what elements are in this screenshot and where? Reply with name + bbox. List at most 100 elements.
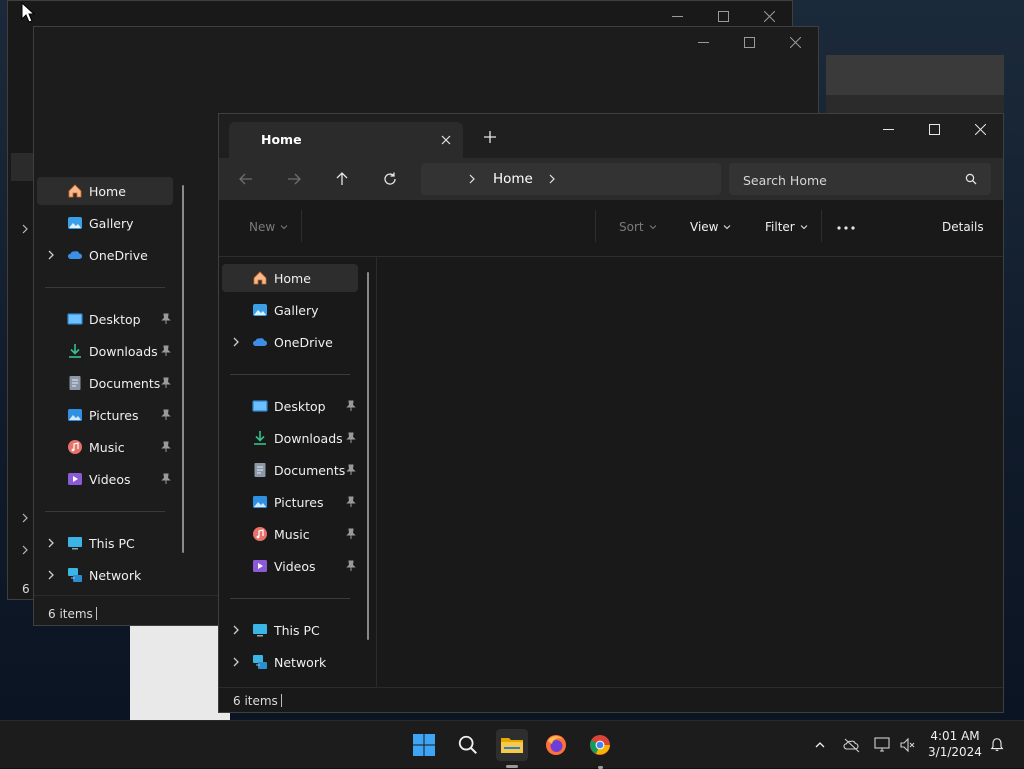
- search-icon[interactable]: [965, 173, 977, 185]
- sidebar-item-gallery[interactable]: Gallery: [222, 296, 358, 324]
- up-button[interactable]: [331, 168, 353, 190]
- pin-icon[interactable]: [346, 496, 356, 508]
- pin-icon[interactable]: [346, 464, 356, 476]
- arrow-left-icon: [239, 173, 252, 185]
- sidebar-item-onedrive[interactable]: OneDrive: [222, 328, 358, 356]
- sidebar-item-onedrive[interactable]: OneDrive: [37, 241, 173, 269]
- sidebar-item-network[interactable]: Network: [222, 648, 358, 676]
- close-button[interactable]: [772, 27, 818, 57]
- sidebar-item-home[interactable]: Home: [37, 177, 173, 205]
- new-button[interactable]: New: [249, 220, 288, 234]
- sidebar-item-network[interactable]: Network: [37, 561, 173, 589]
- maximize-button[interactable]: [911, 114, 957, 144]
- chevron-right-icon[interactable]: [45, 569, 57, 581]
- new-tab-icon[interactable]: [481, 128, 499, 146]
- sidebar-item-this-pc[interactable]: This PC: [222, 616, 358, 644]
- sidebar-scrollbar[interactable]: [367, 272, 369, 640]
- chevron-right-icon[interactable]: [467, 174, 477, 184]
- gallery-icon: [67, 215, 83, 231]
- network-icon: [67, 567, 83, 583]
- chevron-right-icon[interactable]: [230, 656, 242, 668]
- pin-icon[interactable]: [161, 409, 171, 421]
- sidebar-item-downloads[interactable]: Downloads: [37, 337, 173, 365]
- command-bar: New Sort View Filter Details: [219, 200, 1003, 257]
- pin-icon[interactable]: [346, 400, 356, 412]
- firefox-icon: [546, 735, 566, 755]
- status-item-count: 6 items: [233, 694, 278, 708]
- clock-time: 4:01 AM: [930, 729, 980, 743]
- sidebar-item-home[interactable]: Home: [222, 264, 358, 292]
- filter-button[interactable]: Filter: [765, 220, 808, 234]
- pin-icon[interactable]: [346, 528, 356, 540]
- clock[interactable]: 4:01 AM 3/1/2024: [920, 728, 990, 760]
- start-button[interactable]: [408, 729, 440, 761]
- close-tab-icon[interactable]: [439, 133, 453, 147]
- music-icon: [252, 526, 268, 542]
- pin-icon[interactable]: [161, 345, 171, 357]
- sidebar-item-documents[interactable]: Documents: [37, 369, 173, 397]
- volume-tray[interactable]: [899, 736, 917, 754]
- pin-icon[interactable]: [346, 432, 356, 444]
- network-tray[interactable]: [874, 736, 892, 754]
- file-explorer-icon: [501, 738, 523, 753]
- chevron-right-icon[interactable]: [230, 336, 242, 348]
- back-button[interactable]: [235, 168, 257, 190]
- documents-icon: [67, 375, 83, 391]
- onedrive-tray[interactable]: [843, 736, 861, 754]
- chevron-right-icon[interactable]: [45, 537, 57, 549]
- tab-home[interactable]: Home: [229, 122, 463, 160]
- pin-icon[interactable]: [161, 473, 171, 485]
- minimize-button[interactable]: [865, 114, 911, 144]
- network-icon: [252, 654, 268, 670]
- address-bar[interactable]: Home: [421, 163, 721, 195]
- sidebar-item-pictures[interactable]: Pictures: [222, 488, 358, 516]
- close-button[interactable]: [957, 114, 1003, 144]
- sort-button[interactable]: Sort: [619, 220, 657, 234]
- show-hidden-icons[interactable]: [811, 736, 829, 754]
- details-button[interactable]: Details: [942, 220, 984, 234]
- notifications-button[interactable]: [988, 736, 1006, 754]
- breadcrumb-home[interactable]: Home: [493, 171, 533, 187]
- chevron-right-icon[interactable]: [230, 624, 242, 636]
- chevron-up-icon: [815, 742, 825, 748]
- sidebar-item-documents[interactable]: Documents: [222, 456, 358, 484]
- sidebar-item-videos[interactable]: Videos: [37, 465, 173, 493]
- chevron-right-icon[interactable]: [547, 174, 557, 184]
- sidebar-item-downloads[interactable]: Downloads: [222, 424, 358, 452]
- arrow-up-icon: [336, 172, 348, 185]
- chevron-right-icon[interactable]: [45, 249, 57, 261]
- maximize-button[interactable]: [726, 27, 772, 57]
- pin-icon[interactable]: [346, 560, 356, 572]
- taskbar-chrome[interactable]: [584, 729, 616, 769]
- sidebar-item-desktop[interactable]: Desktop: [222, 392, 358, 420]
- start-icon: [413, 734, 435, 756]
- sidebar-scrollbar[interactable]: [182, 185, 184, 553]
- refresh-button[interactable]: [379, 168, 401, 190]
- pin-icon[interactable]: [161, 313, 171, 325]
- pin-icon[interactable]: [161, 441, 171, 453]
- sidebar-item-videos[interactable]: Videos: [222, 552, 358, 580]
- minimize-button[interactable]: [680, 27, 726, 57]
- taskbar-search-button[interactable]: [452, 729, 484, 761]
- desktop-folder-icon: [252, 398, 268, 414]
- desktop-folder-icon: [67, 311, 83, 327]
- view-button[interactable]: View: [690, 220, 731, 234]
- taskbar-firefox[interactable]: [540, 729, 572, 761]
- search-input[interactable]: [729, 163, 975, 197]
- bell-icon: [990, 738, 1004, 751]
- network-status-icon: [874, 737, 890, 752]
- sidebar-item-music[interactable]: Music: [37, 433, 173, 461]
- forward-button[interactable]: [283, 168, 305, 190]
- search-icon: [458, 735, 477, 754]
- sidebar-item-music[interactable]: Music: [222, 520, 358, 548]
- sidebar-item-pictures[interactable]: Pictures: [37, 401, 173, 429]
- divider: [45, 511, 165, 512]
- pin-icon[interactable]: [161, 377, 171, 389]
- downloads-icon: [67, 343, 83, 359]
- sidebar-item-this-pc[interactable]: This PC: [37, 529, 173, 557]
- taskbar-file-explorer[interactable]: [496, 729, 528, 768]
- more-options-icon[interactable]: [837, 226, 855, 230]
- sidebar-item-desktop[interactable]: Desktop: [37, 305, 173, 333]
- file-list-area[interactable]: [379, 257, 1003, 687]
- sidebar-item-gallery[interactable]: Gallery: [37, 209, 173, 237]
